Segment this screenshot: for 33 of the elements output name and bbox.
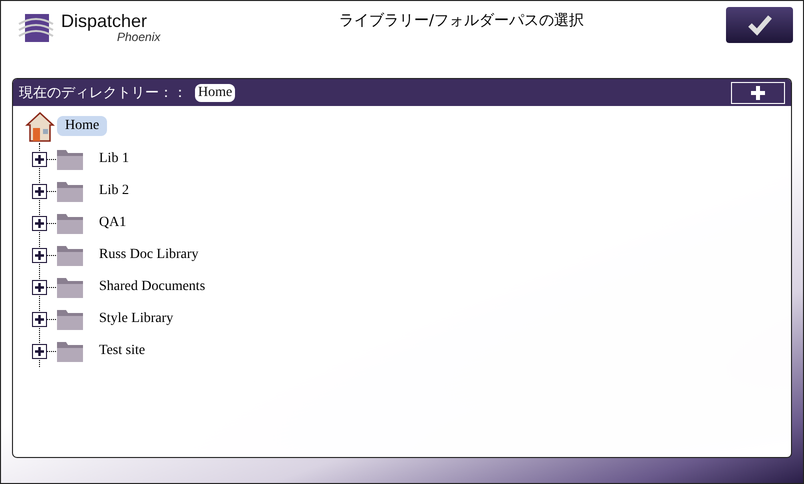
tree-item[interactable]: Lib 1 <box>96 150 132 168</box>
folder-icon <box>56 275 84 299</box>
expand-button[interactable] <box>32 216 47 230</box>
folder-icon <box>56 243 84 267</box>
expand-button[interactable] <box>32 312 47 326</box>
tree-root-item[interactable]: Home <box>57 116 108 136</box>
tree-item[interactable]: QA1 <box>96 214 130 232</box>
add-button[interactable] <box>731 82 785 104</box>
logo-icon <box>17 12 55 44</box>
folder-icon <box>56 179 84 203</box>
logo-name: Dispatcher <box>61 11 148 31</box>
house-icon <box>23 109 57 143</box>
folder-icon <box>56 147 84 171</box>
tree-item[interactable]: Shared Documents <box>96 278 208 296</box>
expand-button[interactable] <box>32 280 47 294</box>
logo-subtitle: Phoenix <box>117 31 160 44</box>
folder-icon <box>56 307 84 331</box>
expand-button[interactable] <box>32 248 47 262</box>
confirm-button[interactable] <box>726 7 793 43</box>
tree-item[interactable]: Test site <box>96 342 148 360</box>
expand-button[interactable] <box>32 152 47 166</box>
tree-item[interactable]: Style Library <box>96 310 176 328</box>
tree-item[interactable]: Russ Doc Library <box>96 246 202 264</box>
expand-button[interactable] <box>32 184 47 198</box>
folder-icon <box>56 339 84 363</box>
folder-icon <box>56 211 84 235</box>
expand-button[interactable] <box>32 344 47 358</box>
directory-label: 現在のディレクトリー：： <box>19 84 187 102</box>
window-title: ライブラリー/フォルダーパスの選択 <box>338 10 586 30</box>
plus-icon <box>750 84 766 100</box>
checkmark-icon <box>746 14 772 36</box>
current-directory: Home <box>195 84 236 102</box>
tree-item[interactable]: Lib 2 <box>96 182 132 200</box>
